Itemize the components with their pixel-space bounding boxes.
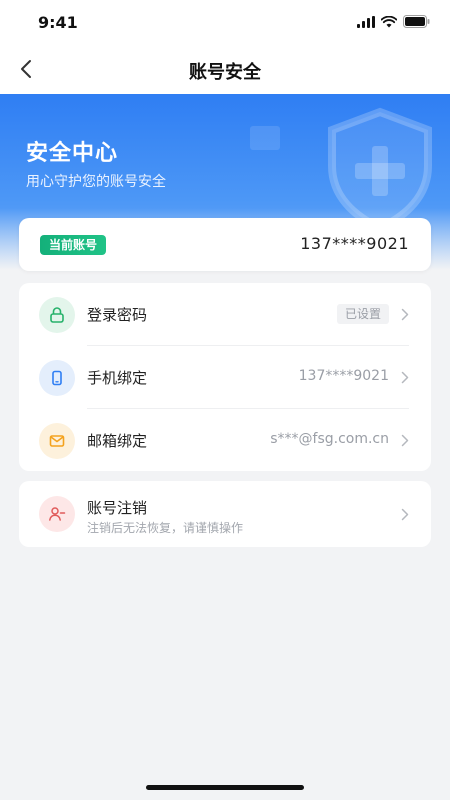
password-status-badge: 已设置 — [336, 304, 389, 324]
user-minus-icon — [39, 496, 75, 532]
chevron-right-icon — [401, 434, 409, 447]
list-item-phone-binding[interactable]: 手机绑定 137****9021 — [19, 346, 431, 408]
current-account-badge: 当前账号 — [40, 235, 107, 255]
account-number: 137****9021 — [300, 234, 409, 253]
email-binding-label: 邮箱绑定 — [87, 432, 148, 450]
bound-phone-value: 137****9021 — [298, 368, 389, 384]
login-password-label: 登录密码 — [87, 306, 148, 324]
current-account-card: 当前账号 137****9021 — [19, 218, 431, 271]
phone-icon — [39, 360, 75, 396]
account-cancellation-label: 账号注销 — [87, 499, 148, 517]
wifi-icon — [381, 15, 397, 27]
hero-subtitle: 用心守护您的账号安全 — [26, 174, 166, 190]
phone-binding-label: 手机绑定 — [87, 369, 148, 387]
status-time: 9:41 — [38, 13, 78, 32]
bound-email-value: s***@fsg.com.cn — [270, 431, 389, 447]
home-indicator — [146, 785, 304, 790]
chevron-right-icon — [401, 371, 409, 384]
chevron-right-icon — [401, 508, 409, 521]
page-title: 账号安全 — [189, 62, 261, 83]
list-item-email-binding[interactable]: 邮箱绑定 s***@fsg.com.cn — [19, 409, 431, 471]
lock-icon — [39, 297, 75, 333]
battery-icon — [403, 15, 430, 28]
nav-bar: 账号安全 — [0, 44, 450, 94]
decorative-square — [250, 126, 280, 150]
list-item-login-password[interactable]: 登录密码 已设置 — [19, 283, 431, 345]
hero-title: 安全中心 — [26, 141, 119, 166]
chevron-right-icon — [401, 308, 409, 321]
account-cancellation-warning: 注销后无法恢复，请谨慎操作 — [87, 521, 244, 535]
status-bar: 9:41 — [0, 0, 450, 44]
mail-icon — [39, 423, 75, 459]
signal-icon — [357, 15, 375, 28]
security-settings-list: 登录密码 已设置 手机绑定 137****9021 邮箱绑定 s***@fsg.… — [19, 283, 431, 471]
status-icons — [357, 15, 430, 28]
account-cancellation-item[interactable]: 账号注销 注销后无法恢复，请谨慎操作 — [19, 481, 431, 547]
